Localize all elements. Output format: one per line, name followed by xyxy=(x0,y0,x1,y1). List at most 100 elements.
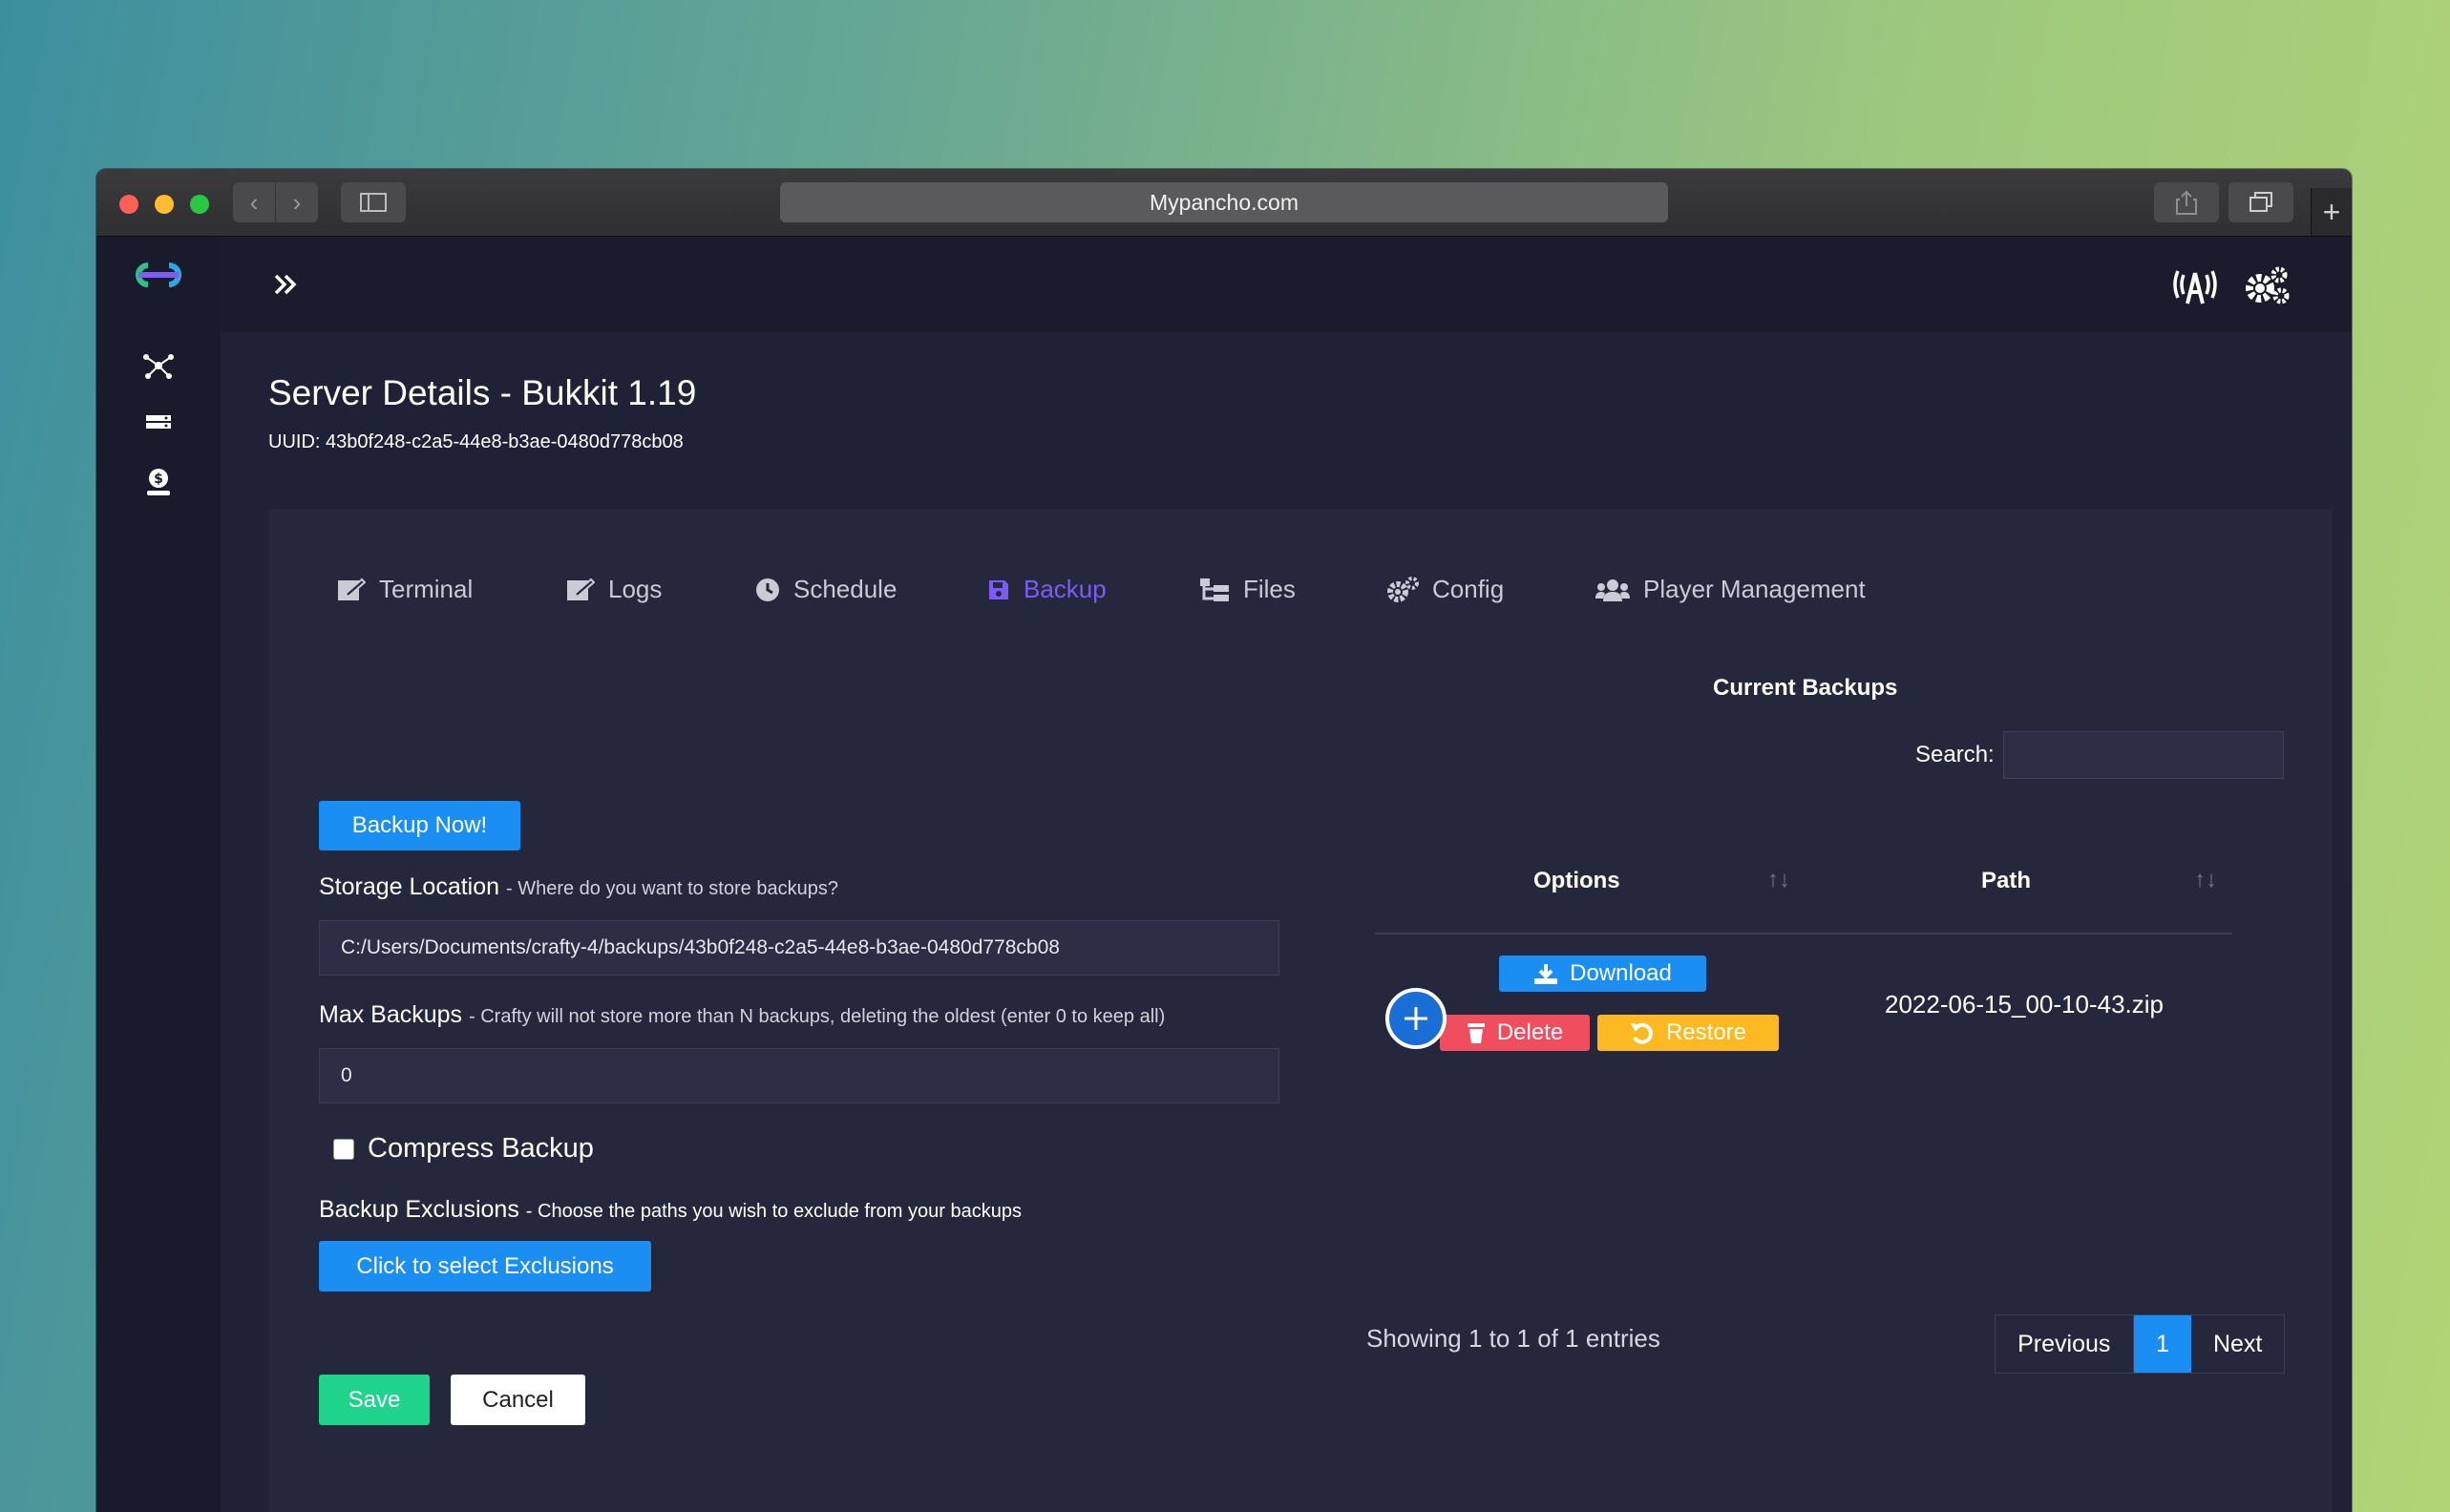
max-backups-input[interactable]: 0 xyxy=(319,1048,1279,1103)
storage-location-value: C:/Users/Documents/crafty-4/backups/43b0… xyxy=(341,936,1060,958)
gears-icon xyxy=(1387,576,1419,602)
exclusions-label-text: Backup Exclusions xyxy=(319,1196,519,1223)
search-label: Search: xyxy=(1915,742,1995,767)
tab-label: Player Management xyxy=(1643,575,1866,603)
compress-backup-label: Compress Backup xyxy=(368,1133,594,1164)
storage-location-label: Storage Location - Where do you want to … xyxy=(319,873,838,901)
table-info: Showing 1 to 1 of 1 entries xyxy=(1366,1324,1660,1353)
save-button[interactable]: Save xyxy=(319,1375,430,1425)
table-header-divider xyxy=(1375,933,2232,934)
chevron-right-icon: › xyxy=(292,187,302,217)
share-button[interactable] xyxy=(2154,182,2219,222)
max-hint: - Crafty will not store more than N back… xyxy=(469,1006,1166,1027)
next-page-button[interactable]: Next xyxy=(2191,1315,2284,1373)
tab-terminal[interactable]: Terminal xyxy=(337,575,473,604)
plus-icon xyxy=(1405,1007,1427,1030)
share-icon xyxy=(2176,190,2197,215)
expand-sidebar-icon[interactable] xyxy=(273,273,298,296)
tab-label: Config xyxy=(1432,575,1505,603)
tab-label: Terminal xyxy=(379,575,474,603)
app-topbar: ⌄ xyxy=(221,237,2352,332)
sort-icon[interactable]: ↑↓ xyxy=(2194,867,2217,893)
server-icon xyxy=(146,415,171,429)
plus-icon: + xyxy=(2322,194,2341,229)
select-exclusions-button[interactable]: Click to select Exclusions xyxy=(319,1241,651,1292)
tab-backup[interactable]: Backup xyxy=(987,575,1107,604)
tab-player-management[interactable]: Player Management xyxy=(1595,575,1866,604)
tab-label: Schedule xyxy=(793,575,898,603)
browser-titlebar: ‹ › Mypancho.com + xyxy=(96,169,2352,237)
clock-icon xyxy=(756,578,779,601)
max-backups-value: 0 xyxy=(341,1064,352,1086)
settings-gears-icon[interactable] xyxy=(2243,263,2291,307)
back-button[interactable]: ‹ xyxy=(233,182,275,222)
cancel-button[interactable]: Cancel xyxy=(451,1375,585,1425)
trash-icon xyxy=(1467,1023,1485,1043)
column-header-path[interactable]: Path xyxy=(1981,868,2031,894)
tabs-icon xyxy=(2249,192,2272,212)
broadcast-icon[interactable] xyxy=(2170,265,2220,307)
network-icon xyxy=(143,354,174,379)
maximize-window-button[interactable] xyxy=(190,195,209,214)
sidebar-toggle-button[interactable] xyxy=(341,182,406,222)
close-window-button[interactable] xyxy=(119,195,138,214)
tab-logs[interactable]: Logs xyxy=(566,575,662,604)
money-user-icon: $ xyxy=(147,469,170,495)
storage-hint: - Where do you want to store backups? xyxy=(505,878,838,899)
download-label: Download xyxy=(1570,960,1672,986)
max-label-text: Max Backups xyxy=(319,1001,463,1028)
logo-icon xyxy=(136,262,181,287)
sidebar-item-network[interactable] xyxy=(96,351,221,380)
files-icon xyxy=(1200,578,1229,601)
minimize-window-button[interactable] xyxy=(155,195,174,214)
current-backups-heading: Current Backups xyxy=(1713,675,1898,701)
tab-label: Backup xyxy=(1024,575,1107,603)
tabs-overview-button[interactable] xyxy=(2228,182,2293,222)
logs-icon xyxy=(567,578,595,600)
tab-label: Files xyxy=(1243,575,1296,603)
terminal-icon xyxy=(338,578,366,600)
previous-page-button[interactable]: Previous xyxy=(1996,1315,2134,1373)
delete-backup-button[interactable]: Delete xyxy=(1440,1015,1590,1051)
storage-location-input[interactable]: C:/Users/Documents/crafty-4/backups/43b0… xyxy=(319,920,1279,976)
tab-label: Logs xyxy=(608,575,663,603)
storage-label-text: Storage Location xyxy=(319,873,500,900)
address-bar[interactable]: Mypancho.com xyxy=(780,182,1668,222)
forward-button[interactable]: › xyxy=(276,182,318,222)
page-title: Server Details - Bukkit 1.19 xyxy=(268,373,697,412)
undo-icon xyxy=(1631,1022,1653,1044)
tab-schedule[interactable]: Schedule xyxy=(755,575,897,604)
download-icon xyxy=(1534,964,1558,984)
sort-icon[interactable]: ↑↓ xyxy=(1767,867,1790,893)
browser-window: ‹ › Mypancho.com + $ Server Details - Bu… xyxy=(96,169,2352,1512)
url-text: Mypancho.com xyxy=(1150,189,1299,215)
restore-label: Restore xyxy=(1665,1019,1747,1045)
exclusions-hint: - Choose the paths you wish to exclude f… xyxy=(525,1201,1022,1222)
download-backup-button[interactable]: Download xyxy=(1499,956,1706,992)
column-header-options[interactable]: Options xyxy=(1533,868,1620,894)
app-logo[interactable] xyxy=(96,256,221,294)
max-backups-label: Max Backups - Crafty will not store more… xyxy=(319,1001,1165,1029)
expand-row-button[interactable] xyxy=(1385,988,1447,1049)
backup-exclusions-label: Backup Exclusions - Choose the paths you… xyxy=(319,1196,1022,1224)
app-sidebar: $ xyxy=(96,237,221,1512)
backup-now-button[interactable]: Backup Now! xyxy=(319,801,520,850)
compress-backup-checkbox[interactable] xyxy=(333,1139,354,1160)
sidebar-item-servers[interactable] xyxy=(96,413,221,430)
new-tab-button[interactable]: + xyxy=(2311,188,2352,236)
delete-label: Delete xyxy=(1496,1019,1564,1045)
chevron-left-icon: ‹ xyxy=(249,187,259,217)
tab-files[interactable]: Files xyxy=(1199,575,1296,604)
save-icon xyxy=(989,579,1008,599)
server-uuid: UUID: 43b0f248-c2a5-44e8-b3ae-0480d778cb… xyxy=(268,431,684,452)
search-input[interactable] xyxy=(2003,731,2284,779)
pagination: Previous 1 Next xyxy=(1995,1314,2285,1374)
sidebar-item-billing[interactable]: $ xyxy=(96,468,221,496)
sidebar-icon xyxy=(360,193,387,212)
svg-text:$: $ xyxy=(154,472,163,487)
backup-path: 2022-06-15_00-10-43.zip xyxy=(1885,990,2164,1018)
tab-config[interactable]: Config xyxy=(1386,575,1504,604)
restore-backup-button[interactable]: Restore xyxy=(1597,1015,1779,1051)
page-1-button[interactable]: 1 xyxy=(2133,1315,2192,1373)
users-icon xyxy=(1595,578,1630,601)
